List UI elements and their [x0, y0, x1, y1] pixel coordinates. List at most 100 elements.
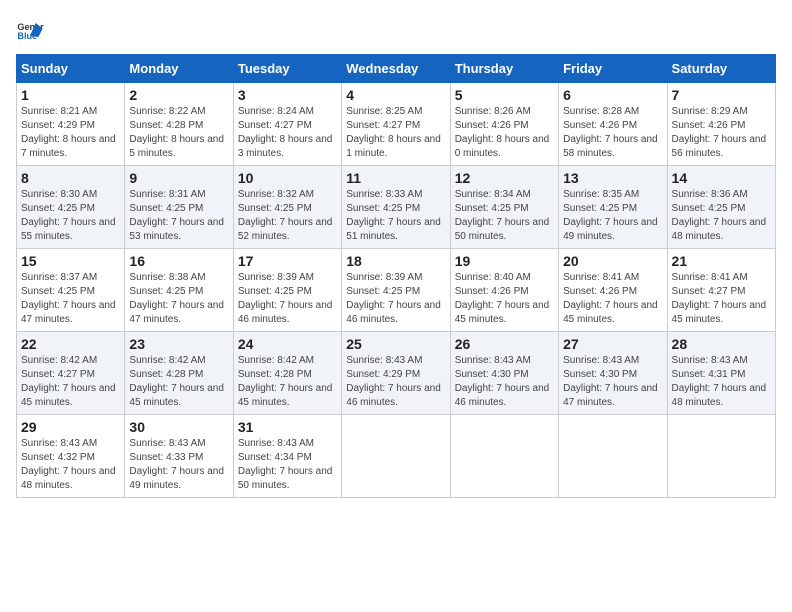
- day-info: Sunrise: 8:38 AM Sunset: 4:25 PM Dayligh…: [129, 271, 228, 327]
- day-info: Sunrise: 8:34 AM Sunset: 4:25 PM Dayligh…: [455, 188, 554, 244]
- col-friday: Friday: [559, 55, 667, 83]
- day-number: 5: [455, 87, 554, 103]
- day-info: Sunrise: 8:43 AM Sunset: 4:29 PM Dayligh…: [346, 354, 445, 410]
- calendar-table: Sunday Monday Tuesday Wednesday Thursday…: [16, 54, 776, 498]
- day-number: 29: [21, 419, 120, 435]
- day-info: Sunrise: 8:29 AM Sunset: 4:26 PM Dayligh…: [672, 105, 771, 161]
- day-info: Sunrise: 8:33 AM Sunset: 4:25 PM Dayligh…: [346, 188, 445, 244]
- day-info: Sunrise: 8:30 AM Sunset: 4:25 PM Dayligh…: [21, 188, 120, 244]
- calendar-cell: 31 Sunrise: 8:43 AM Sunset: 4:34 PM Dayl…: [233, 415, 341, 498]
- day-info: Sunrise: 8:40 AM Sunset: 4:26 PM Dayligh…: [455, 271, 554, 327]
- day-number: 12: [455, 170, 554, 186]
- calendar-cell: [667, 415, 775, 498]
- day-number: 21: [672, 253, 771, 269]
- day-number: 30: [129, 419, 228, 435]
- calendar-cell: 10 Sunrise: 8:32 AM Sunset: 4:25 PM Dayl…: [233, 166, 341, 249]
- calendar-cell: 23 Sunrise: 8:42 AM Sunset: 4:28 PM Dayl…: [125, 332, 233, 415]
- day-number: 4: [346, 87, 445, 103]
- day-number: 3: [238, 87, 337, 103]
- calendar-cell: [450, 415, 558, 498]
- calendar-cell: 5 Sunrise: 8:26 AM Sunset: 4:26 PM Dayli…: [450, 83, 558, 166]
- day-number: 1: [21, 87, 120, 103]
- calendar-cell: 1 Sunrise: 8:21 AM Sunset: 4:29 PM Dayli…: [17, 83, 125, 166]
- day-number: 20: [563, 253, 662, 269]
- calendar-cell: 9 Sunrise: 8:31 AM Sunset: 4:25 PM Dayli…: [125, 166, 233, 249]
- day-info: Sunrise: 8:36 AM Sunset: 4:25 PM Dayligh…: [672, 188, 771, 244]
- week-row-2: 8 Sunrise: 8:30 AM Sunset: 4:25 PM Dayli…: [17, 166, 776, 249]
- day-info: Sunrise: 8:43 AM Sunset: 4:30 PM Dayligh…: [563, 354, 662, 410]
- calendar-cell: 7 Sunrise: 8:29 AM Sunset: 4:26 PM Dayli…: [667, 83, 775, 166]
- calendar-cell: [559, 415, 667, 498]
- calendar-cell: 17 Sunrise: 8:39 AM Sunset: 4:25 PM Dayl…: [233, 249, 341, 332]
- day-number: 23: [129, 336, 228, 352]
- day-info: Sunrise: 8:43 AM Sunset: 4:31 PM Dayligh…: [672, 354, 771, 410]
- day-number: 25: [346, 336, 445, 352]
- day-info: Sunrise: 8:32 AM Sunset: 4:25 PM Dayligh…: [238, 188, 337, 244]
- calendar-cell: 21 Sunrise: 8:41 AM Sunset: 4:27 PM Dayl…: [667, 249, 775, 332]
- page-header: General Blue: [16, 16, 776, 44]
- day-info: Sunrise: 8:35 AM Sunset: 4:25 PM Dayligh…: [563, 188, 662, 244]
- col-sunday: Sunday: [17, 55, 125, 83]
- calendar-cell: 2 Sunrise: 8:22 AM Sunset: 4:28 PM Dayli…: [125, 83, 233, 166]
- calendar-cell: 12 Sunrise: 8:34 AM Sunset: 4:25 PM Dayl…: [450, 166, 558, 249]
- day-number: 14: [672, 170, 771, 186]
- calendar-cell: [342, 415, 450, 498]
- calendar-cell: 13 Sunrise: 8:35 AM Sunset: 4:25 PM Dayl…: [559, 166, 667, 249]
- day-number: 7: [672, 87, 771, 103]
- week-row-5: 29 Sunrise: 8:43 AM Sunset: 4:32 PM Dayl…: [17, 415, 776, 498]
- day-info: Sunrise: 8:39 AM Sunset: 4:25 PM Dayligh…: [346, 271, 445, 327]
- day-number: 13: [563, 170, 662, 186]
- day-info: Sunrise: 8:26 AM Sunset: 4:26 PM Dayligh…: [455, 105, 554, 161]
- day-info: Sunrise: 8:25 AM Sunset: 4:27 PM Dayligh…: [346, 105, 445, 161]
- calendar-cell: 24 Sunrise: 8:42 AM Sunset: 4:28 PM Dayl…: [233, 332, 341, 415]
- day-info: Sunrise: 8:43 AM Sunset: 4:32 PM Dayligh…: [21, 437, 120, 493]
- week-row-1: 1 Sunrise: 8:21 AM Sunset: 4:29 PM Dayli…: [17, 83, 776, 166]
- calendar-cell: 26 Sunrise: 8:43 AM Sunset: 4:30 PM Dayl…: [450, 332, 558, 415]
- day-number: 17: [238, 253, 337, 269]
- day-number: 16: [129, 253, 228, 269]
- calendar-cell: 18 Sunrise: 8:39 AM Sunset: 4:25 PM Dayl…: [342, 249, 450, 332]
- day-number: 9: [129, 170, 228, 186]
- col-tuesday: Tuesday: [233, 55, 341, 83]
- day-number: 22: [21, 336, 120, 352]
- calendar-cell: 8 Sunrise: 8:30 AM Sunset: 4:25 PM Dayli…: [17, 166, 125, 249]
- col-saturday: Saturday: [667, 55, 775, 83]
- day-number: 28: [672, 336, 771, 352]
- day-info: Sunrise: 8:42 AM Sunset: 4:28 PM Dayligh…: [129, 354, 228, 410]
- day-info: Sunrise: 8:24 AM Sunset: 4:27 PM Dayligh…: [238, 105, 337, 161]
- day-info: Sunrise: 8:22 AM Sunset: 4:28 PM Dayligh…: [129, 105, 228, 161]
- calendar-cell: 28 Sunrise: 8:43 AM Sunset: 4:31 PM Dayl…: [667, 332, 775, 415]
- calendar-cell: 16 Sunrise: 8:38 AM Sunset: 4:25 PM Dayl…: [125, 249, 233, 332]
- day-number: 2: [129, 87, 228, 103]
- col-wednesday: Wednesday: [342, 55, 450, 83]
- logo-icon: General Blue: [16, 16, 44, 44]
- day-info: Sunrise: 8:39 AM Sunset: 4:25 PM Dayligh…: [238, 271, 337, 327]
- svg-text:Blue: Blue: [17, 31, 37, 41]
- calendar-cell: 25 Sunrise: 8:43 AM Sunset: 4:29 PM Dayl…: [342, 332, 450, 415]
- calendar-cell: 4 Sunrise: 8:25 AM Sunset: 4:27 PM Dayli…: [342, 83, 450, 166]
- logo: General Blue: [16, 16, 48, 44]
- day-info: Sunrise: 8:41 AM Sunset: 4:26 PM Dayligh…: [563, 271, 662, 327]
- day-info: Sunrise: 8:42 AM Sunset: 4:27 PM Dayligh…: [21, 354, 120, 410]
- day-number: 19: [455, 253, 554, 269]
- day-info: Sunrise: 8:43 AM Sunset: 4:33 PM Dayligh…: [129, 437, 228, 493]
- day-info: Sunrise: 8:31 AM Sunset: 4:25 PM Dayligh…: [129, 188, 228, 244]
- col-thursday: Thursday: [450, 55, 558, 83]
- day-number: 31: [238, 419, 337, 435]
- calendar-header-row: Sunday Monday Tuesday Wednesday Thursday…: [17, 55, 776, 83]
- calendar-cell: 29 Sunrise: 8:43 AM Sunset: 4:32 PM Dayl…: [17, 415, 125, 498]
- calendar-cell: 20 Sunrise: 8:41 AM Sunset: 4:26 PM Dayl…: [559, 249, 667, 332]
- day-info: Sunrise: 8:43 AM Sunset: 4:34 PM Dayligh…: [238, 437, 337, 493]
- day-number: 27: [563, 336, 662, 352]
- day-info: Sunrise: 8:37 AM Sunset: 4:25 PM Dayligh…: [21, 271, 120, 327]
- week-row-3: 15 Sunrise: 8:37 AM Sunset: 4:25 PM Dayl…: [17, 249, 776, 332]
- day-number: 24: [238, 336, 337, 352]
- day-number: 10: [238, 170, 337, 186]
- day-info: Sunrise: 8:41 AM Sunset: 4:27 PM Dayligh…: [672, 271, 771, 327]
- calendar-cell: 22 Sunrise: 8:42 AM Sunset: 4:27 PM Dayl…: [17, 332, 125, 415]
- calendar-cell: 15 Sunrise: 8:37 AM Sunset: 4:25 PM Dayl…: [17, 249, 125, 332]
- day-number: 18: [346, 253, 445, 269]
- day-info: Sunrise: 8:42 AM Sunset: 4:28 PM Dayligh…: [238, 354, 337, 410]
- calendar-cell: 3 Sunrise: 8:24 AM Sunset: 4:27 PM Dayli…: [233, 83, 341, 166]
- day-number: 11: [346, 170, 445, 186]
